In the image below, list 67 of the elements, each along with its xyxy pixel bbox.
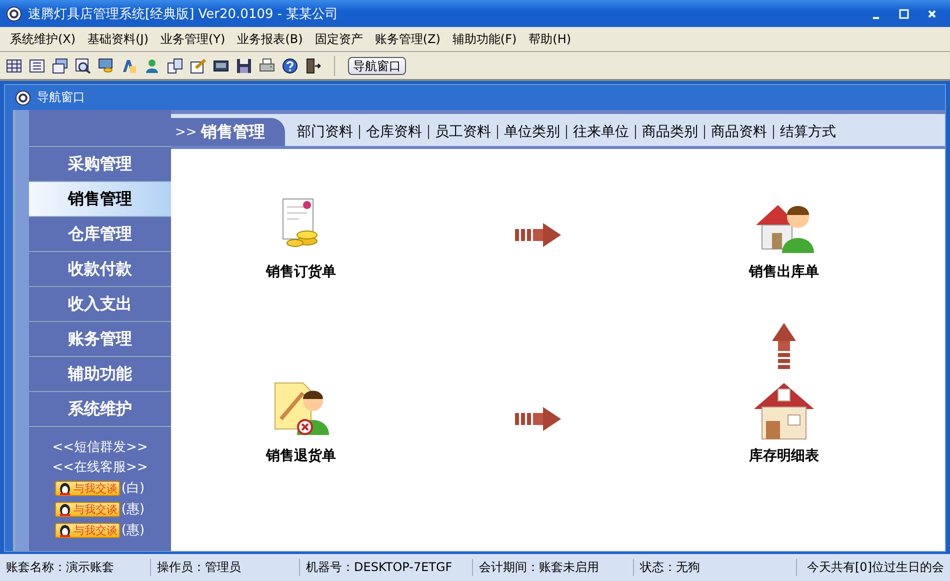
section-link[interactable]: 部门资料 — [296, 123, 353, 141]
section-link[interactable]: 仓库资料 — [366, 123, 422, 141]
menu-item[interactable]: 系统维护(X) — [10, 30, 76, 48]
steering-wheel-icon — [15, 90, 31, 106]
section-prefix: >> — [175, 124, 197, 140]
nav-window-button[interactable]: 导航窗口 — [348, 56, 406, 74]
windows-icon[interactable] — [52, 58, 68, 74]
penguin-icon — [58, 522, 72, 538]
section-link[interactable]: 员工资料 — [434, 123, 491, 141]
arrow-icon — [515, 223, 561, 247]
arrow-icon — [772, 323, 796, 369]
pen-card-icon[interactable] — [121, 58, 137, 74]
close-icon[interactable] — [926, 8, 938, 20]
magnifier-icon[interactable] — [75, 58, 91, 74]
chat-suffix: (白) — [121, 480, 145, 497]
status-field: 今天共有[0]位过生日的会 — [801, 559, 950, 576]
person-icon[interactable] — [144, 58, 160, 74]
sidebar-link[interactable]: <<短信群发>> — [52, 439, 148, 456]
list-icon[interactable] — [29, 58, 45, 74]
grid-icon[interactable] — [6, 58, 22, 74]
menu-item[interactable]: 账务管理(Z) — [374, 30, 440, 48]
inner-window-title: 导航窗口 — [37, 89, 85, 106]
forms-icon[interactable] — [167, 58, 183, 74]
sidebar-item[interactable]: 辅助功能 — [29, 356, 171, 391]
status-field: 操作员：管理员 — [151, 559, 300, 576]
menu-item[interactable]: 辅助功能(F) — [452, 30, 517, 48]
help-icon[interactable] — [282, 58, 298, 74]
sidebar-link[interactable]: <<在线客服>> — [52, 459, 148, 476]
note-icon[interactable] — [190, 58, 206, 74]
penguin-icon — [58, 502, 72, 516]
menu-item[interactable]: 业务报表(B) — [237, 30, 303, 48]
printer-icon[interactable] — [259, 58, 275, 74]
status-field: 机器号：DESKTOP-7ETGF — [300, 559, 473, 576]
sidebar-item[interactable]: 账务管理 — [29, 321, 171, 356]
menu-item[interactable]: 业务管理(Y) — [160, 30, 226, 48]
section-title: 销售管理 — [200, 122, 265, 142]
window-title: 速腾灯具店管理系统[经典版] Ver20.0109 - 某某公司 — [28, 6, 340, 22]
sidebar-item[interactable]: 系统维护 — [29, 391, 171, 426]
app-icon — [6, 6, 22, 22]
menu-item[interactable]: 固定资产 — [314, 30, 363, 48]
section-link[interactable]: 结算方式 — [780, 123, 836, 141]
status-field: 账套名称：演示账套 — [0, 559, 151, 576]
screen-icon[interactable] — [213, 58, 229, 74]
arrow-icon — [515, 407, 561, 431]
flow-node-label[interactable]: 库存明细表 — [749, 447, 819, 465]
section-link[interactable]: 往来单位 — [572, 123, 629, 141]
chat-suffix: (惠) — [121, 522, 145, 539]
flow-node-label[interactable]: 销售退货单 — [266, 447, 336, 465]
status-field: 状态：无狗 — [634, 559, 797, 576]
penguin-icon — [58, 480, 72, 496]
section-link[interactable]: 商品资料 — [710, 123, 767, 141]
coins-icon[interactable] — [98, 58, 114, 74]
section-link[interactable]: 单位类别 — [504, 123, 560, 141]
status-field: 会计期间：账套未启用 — [473, 559, 634, 576]
section-link[interactable]: 商品类别 — [642, 123, 698, 141]
sidebar-item[interactable]: 仓库管理 — [29, 216, 171, 251]
maximize-icon[interactable] — [898, 8, 910, 20]
flow-node-label[interactable]: 销售出库单 — [749, 263, 819, 281]
sidebar-item[interactable]: 销售管理 — [29, 181, 171, 216]
chat-suffix: (惠) — [121, 501, 145, 518]
menu-item[interactable]: 帮助(H) — [528, 30, 572, 48]
save-icon[interactable] — [236, 58, 252, 74]
sidebar-item[interactable]: 收入支出 — [29, 286, 171, 321]
exit-door-icon[interactable] — [305, 58, 321, 74]
menu-item[interactable]: 基础资料(J) — [88, 30, 148, 48]
flow-node-label[interactable]: 销售订货单 — [266, 263, 336, 281]
sidebar-item[interactable]: 收款付款 — [29, 251, 171, 286]
